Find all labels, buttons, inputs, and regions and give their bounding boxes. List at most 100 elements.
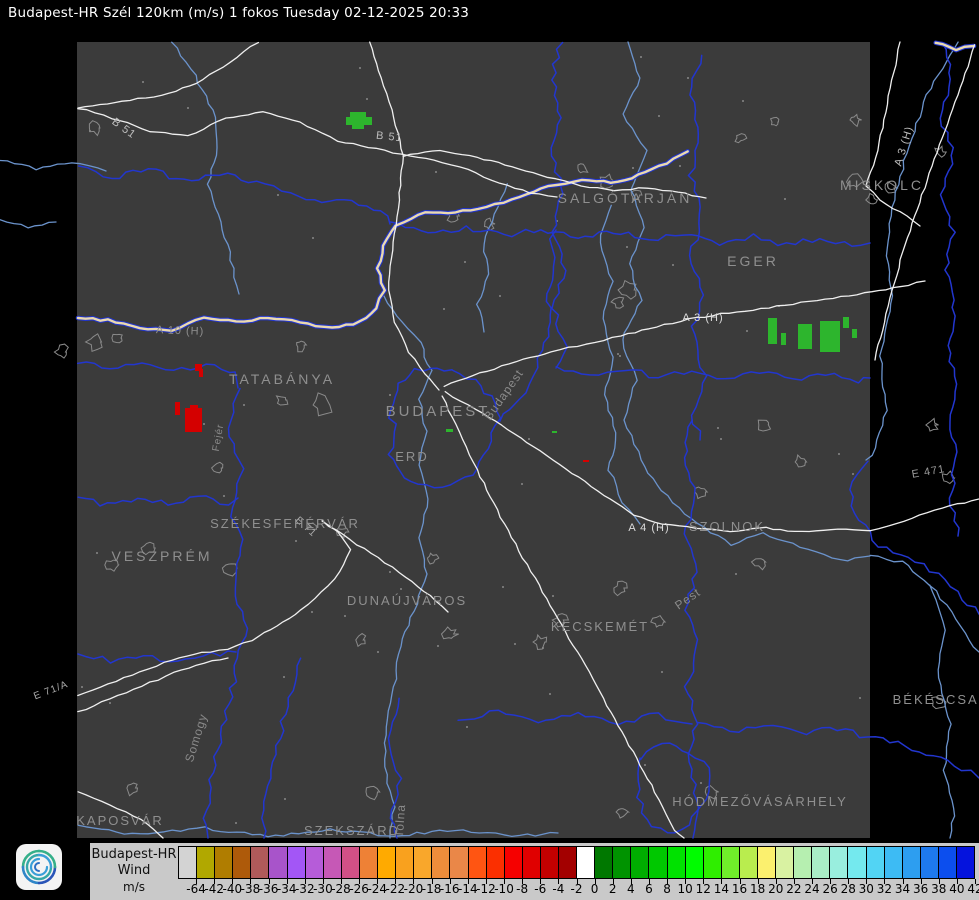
city-label: KAPOSVÁR: [76, 813, 164, 828]
town-dot: [443, 308, 445, 310]
legend-tick-label: -10: [494, 882, 514, 896]
city-label: HÓDMEZŐVÁSÁRHELY: [672, 794, 848, 809]
legend-tick-label: -6: [534, 882, 547, 896]
map-title: Budapest-HR Szél 120km (m/s) 1 fokos Tue…: [8, 5, 470, 21]
legend-tick-label: 4: [627, 882, 635, 896]
radar-echo-green: [552, 431, 557, 433]
legend-cell: [866, 847, 885, 878]
legend-cell: [776, 847, 795, 878]
radar-echo-green: [346, 117, 372, 125]
legend-tick-label: 40: [949, 882, 965, 896]
radar-echo-green: [352, 124, 364, 129]
town-dot: [644, 764, 646, 766]
town-dot: [187, 107, 189, 109]
legend-cell: [359, 847, 379, 878]
radar-echo-green: [446, 429, 453, 432]
legend-tick-label: 2: [608, 882, 617, 896]
legend-tick-label: -40: [222, 882, 243, 896]
town-dot: [437, 645, 439, 647]
town-dot: [658, 115, 660, 117]
town-dot: [619, 355, 621, 357]
met-spiral-logo: [16, 844, 62, 890]
town-dot: [464, 261, 466, 263]
town-dot: [521, 483, 523, 485]
legend-tick-label: 38: [931, 882, 947, 896]
legend-parameter: Wind: [117, 863, 151, 878]
radar-echo-green: [852, 329, 857, 338]
legend-cell: [703, 847, 722, 878]
legend-tick-label: 24: [804, 882, 820, 896]
legend-cell: [522, 847, 541, 878]
town-dot: [312, 237, 314, 239]
town-dot: [687, 77, 689, 79]
town-dot: [284, 798, 286, 800]
legend-cell: [884, 847, 903, 878]
legend-cell: [540, 847, 559, 878]
legend-cell: [287, 847, 306, 878]
town-dot: [499, 295, 501, 297]
legend-cell: [341, 847, 360, 878]
town-dot: [389, 571, 391, 573]
legend-cell: [432, 847, 451, 878]
town-dot: [389, 394, 391, 396]
town-dot: [632, 167, 634, 169]
legend-unit: m/s: [123, 880, 145, 894]
legend-tick-label: -28: [331, 882, 351, 896]
town-dot: [109, 702, 111, 704]
legend-cell: [758, 847, 777, 878]
legend-panel: Budapest-HR Wind m/s -64 -42 -40 -38 -36 -34-…: [90, 843, 979, 900]
legend-cell: [848, 847, 867, 878]
road-label: A 4 (H): [628, 522, 669, 534]
city-label: MISKOLC: [840, 177, 924, 193]
legend-cell: [504, 847, 523, 878]
city-label: BUDAPEST: [386, 403, 491, 420]
legend-tick-label: -38: [240, 882, 261, 896]
legend-cell: [396, 847, 415, 878]
legend-cell: [830, 847, 849, 878]
city-label: DUNAÚJVÁROS: [347, 593, 467, 608]
legend-tick-label: 30: [858, 882, 874, 896]
town-dot: [552, 595, 554, 597]
town-dot: [720, 438, 722, 440]
town-dot: [679, 165, 681, 167]
legend-tick-label: -64: [186, 882, 206, 896]
town-dot: [243, 404, 245, 406]
town-dot: [377, 651, 379, 653]
legend-tick-label: 18: [749, 882, 766, 896]
town-dot: [311, 611, 313, 613]
legend-product: Budapest-HR: [91, 847, 177, 862]
legend-tick-label: 6: [645, 882, 653, 896]
town-dot: [717, 427, 719, 429]
legend-cell: [450, 847, 469, 878]
legend-cell: [577, 847, 596, 878]
legend-tick-label: 32: [876, 882, 893, 896]
color-scale-bar: [178, 846, 975, 879]
town-dot: [735, 573, 737, 575]
radar-echo-green: [843, 317, 849, 328]
city-label: KECSKEMÉT: [551, 619, 649, 634]
city-label: SZÉKESFEHÉRVÁR: [210, 516, 360, 531]
weather-app-screen: Budapest Pest Somogy Tolna Fejér B 51 B 51 A 10…: [0, 0, 979, 900]
legend-cell: [558, 847, 578, 878]
city-label: ERD: [395, 449, 428, 464]
town-dot: [617, 353, 619, 355]
town-dot: [661, 671, 663, 673]
town-dot: [235, 822, 237, 824]
legend-tick-label: -18: [421, 882, 442, 896]
city-label: EGER: [727, 253, 779, 269]
legend-cell: [920, 847, 939, 878]
legend-cell: [323, 847, 342, 878]
legend-cell: [595, 847, 614, 878]
legend-cell: [812, 847, 831, 878]
town-dot: [435, 171, 437, 173]
legend-tick-label: -22: [385, 882, 406, 896]
legend-tick-label: -20: [403, 882, 424, 896]
town-dot: [283, 676, 285, 678]
town-dot: [81, 686, 83, 688]
town-dot: [295, 540, 297, 542]
legend-text-block: Budapest-HR Wind m/s: [90, 847, 178, 895]
city-label: SZEKSZÁRD: [304, 823, 400, 838]
legend-tick-label: 34: [894, 882, 911, 896]
legend-cell: [685, 847, 704, 878]
legend-cell: [739, 847, 758, 878]
